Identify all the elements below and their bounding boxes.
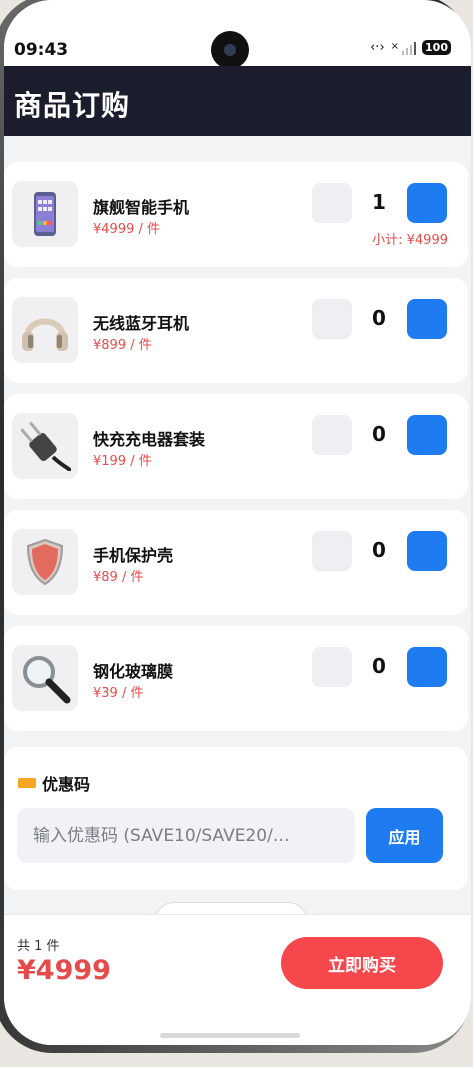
quantity-value: 1 [372, 190, 386, 214]
product-price: ¥39 / 件 [93, 686, 144, 701]
page-title: 商品订购 [14, 89, 131, 122]
no-sim-mark: × [390, 40, 400, 52]
total-price: ¥4999 [17, 955, 111, 986]
increase-button[interactable] [407, 415, 447, 455]
headphones-icon [12, 297, 78, 363]
product-price: ¥4999 / 件 [93, 222, 160, 237]
product-name: 快充充电器套装 [93, 430, 206, 449]
quantity-value: 0 [372, 538, 386, 562]
signal-icon: × [390, 40, 417, 55]
product-name: 无线蓝牙耳机 [93, 314, 190, 333]
subtotal-label: 小计: ¥4999 [372, 233, 448, 248]
product-name: 旗舰智能手机 [93, 198, 190, 217]
status-icons: ‹·› × 100 [370, 40, 451, 55]
quantity-value: 0 [372, 654, 386, 678]
front-camera [211, 31, 249, 69]
product-name: 钢化玻璃膜 [93, 662, 174, 681]
increase-button[interactable] [407, 531, 447, 571]
status-time: 09:43 [14, 40, 69, 60]
product-card: 快充充电器套装 ¥199 / 件 0 [4, 394, 468, 499]
app-header: 商品订购 [4, 66, 471, 136]
buy-now-button[interactable]: 立即购买 [281, 937, 443, 989]
ticket-icon [18, 778, 36, 788]
quantity-value: 0 [372, 422, 386, 446]
increase-button[interactable] [407, 299, 447, 339]
product-price: ¥899 / 件 [93, 338, 152, 353]
product-price: ¥89 / 件 [93, 570, 144, 585]
shield-icon [12, 529, 78, 595]
checkout-bar: 共 1 件 ¥4999 立即购买 [4, 914, 471, 1045]
quantity-value: 0 [372, 306, 386, 330]
battery-icon: 100 [422, 40, 451, 55]
coupon-card: 优惠码 应用 [4, 747, 468, 890]
decrease-button[interactable] [312, 647, 352, 687]
product-price: ¥199 / 件 [93, 454, 152, 469]
plug-icon [12, 413, 78, 479]
home-indicator[interactable] [160, 1033, 300, 1038]
coupon-title: 优惠码 [18, 771, 90, 795]
item-count: 共 1 件 [17, 939, 60, 954]
decrease-button[interactable] [312, 415, 352, 455]
screen: 09:43 ‹·› × 100 商品订购 旗舰智能手机 ¥4999 / 件 1 … [4, 0, 471, 1045]
product-card: 无线蓝牙耳机 ¥899 / 件 0 [4, 278, 468, 383]
decrease-button[interactable] [312, 531, 352, 571]
product-name: 手机保护壳 [93, 546, 174, 565]
apply-button[interactable]: 应用 [366, 808, 443, 863]
increase-button[interactable] [407, 183, 447, 223]
decrease-button[interactable] [312, 183, 352, 223]
floating-chip [154, 902, 308, 914]
smartphone-icon [12, 181, 78, 247]
product-card: 手机保护壳 ¥89 / 件 0 [4, 510, 468, 615]
magnifier-icon [12, 645, 78, 711]
coupon-title-label: 优惠码 [42, 775, 91, 794]
product-card: 钢化玻璃膜 ¥39 / 件 0 [4, 626, 468, 731]
increase-button[interactable] [407, 647, 447, 687]
network-icon: ‹·› [370, 40, 385, 55]
coupon-input[interactable] [17, 808, 355, 863]
decrease-button[interactable] [312, 299, 352, 339]
product-list[interactable]: 旗舰智能手机 ¥4999 / 件 1 小计: ¥4999 无线蓝牙耳机 ¥899… [4, 136, 471, 914]
status-bar: 09:43 ‹·› × 100 [4, 0, 471, 69]
product-card: 旗舰智能手机 ¥4999 / 件 1 小计: ¥4999 [4, 162, 468, 267]
